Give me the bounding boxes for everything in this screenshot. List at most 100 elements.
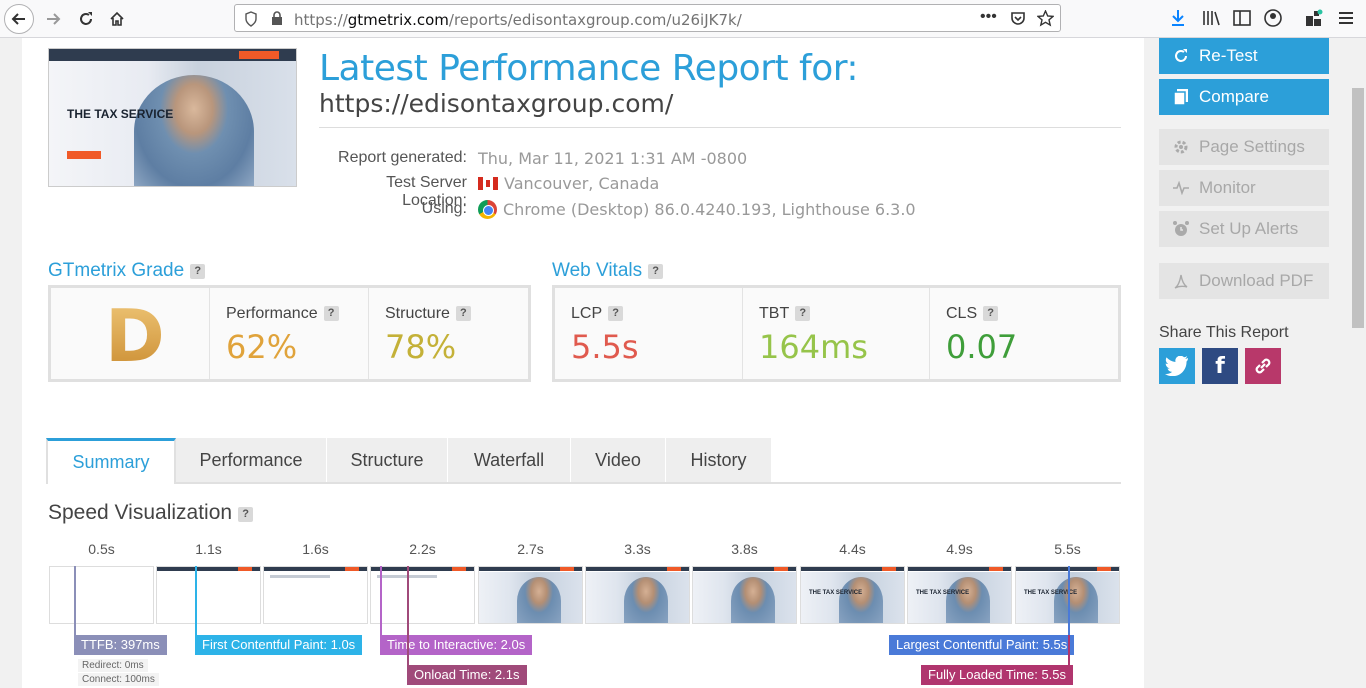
monitor-button[interactable]: Monitor [1159,170,1329,206]
facebook-icon: f [1215,353,1225,379]
meta-label-using: Using: [421,200,467,217]
onload-marker-line [407,566,409,666]
help-icon[interactable]: ? [608,306,624,321]
thumbnail-button [67,151,101,159]
help-icon[interactable]: ? [455,306,471,321]
tti-marker-line [380,566,382,636]
compare-label: Compare [1199,87,1269,106]
cls-label: CLS [946,305,978,322]
url-bar[interactable]: https://gtmetrix.com/reports/edisontaxgr… [234,4,1061,32]
scrollbar-thumb[interactable] [1352,88,1364,328]
fully-loaded-marker-line [1068,635,1070,665]
arrow-left-icon [11,13,25,25]
timeline-tick: 0.5s [88,541,115,557]
set-up-alerts-button[interactable]: Set Up Alerts [1159,211,1329,247]
report-url: https://edisontaxgroup.com/ [319,89,674,118]
lcp-marker-label: Largest Contentful Paint: 5.5s [889,635,1075,655]
structure-value: 78% [385,328,457,366]
tbt-label-row: TBT? [759,305,811,323]
tbt-value: 164ms [759,328,868,366]
facebook-share-button[interactable]: f [1202,348,1238,384]
filmstrip-frame[interactable]: THE TAX SERVICE [907,566,1012,624]
meta-value-using: Chrome (Desktop) 86.0.4240.193, Lighthou… [503,200,916,219]
thumbnail-person [134,75,254,186]
fcp-marker-label: First Contentful Paint: 1.0s [195,635,363,655]
reload-icon [80,12,92,25]
extensions-icon[interactable] [1304,8,1324,28]
twitter-icon [1165,356,1188,376]
fully-loaded-marker-label: Fully Loaded Time: 5.5s [921,665,1074,685]
url-text: https://gtmetrix.com/reports/edisontaxgr… [294,11,742,29]
tti-marker-label: Time to Interactive: 2.0s [380,635,533,655]
tab-video[interactable]: Video [571,438,666,482]
compare-button[interactable]: Compare [1159,79,1329,115]
filmstrip-frame[interactable] [49,566,154,624]
timeline-tick: 3.8s [731,541,758,557]
lock-icon [272,11,282,25]
page-settings-label: Page Settings [1199,137,1305,156]
sidebar-icon[interactable] [1232,8,1252,28]
library-icon[interactable] [1201,8,1221,28]
tab-summary[interactable]: Summary [46,438,176,484]
arrow-right-icon [47,13,61,25]
shield-icon [245,11,257,27]
gtmetrix-grade-title: GTmetrix Grade [48,260,185,281]
meta-value-location: Vancouver, Canada [504,174,660,193]
forward-button[interactable] [38,4,68,34]
help-icon[interactable]: ? [983,306,999,321]
performance-label: Performance [226,305,318,322]
filmstrip-frame[interactable] [478,566,583,624]
account-icon[interactable] [1263,8,1283,28]
ellipsis-icon[interactable]: ••• [980,8,997,26]
page-settings-button[interactable]: Page Settings [1159,129,1329,165]
grade-panel: D Performance? 62% Structure? 78% [48,285,531,382]
timeline-tick: 4.9s [946,541,973,557]
chrome-logo-icon [478,200,497,219]
ttfb-marker-line [74,566,76,636]
download-pdf-label: Download PDF [1199,271,1314,290]
grade-letter: D [105,294,165,378]
grade-cell: D [51,288,210,379]
gear-icon [1171,137,1191,157]
home-button[interactable] [102,4,132,34]
help-icon[interactable]: ? [648,264,664,279]
site-screenshot-thumbnail: THE TAX SERVICE [48,48,297,187]
help-icon[interactable]: ? [238,507,254,522]
filmstrip-frame[interactable] [156,566,261,624]
cls-label-row: CLS? [946,305,999,323]
tab-history[interactable]: History [666,438,772,482]
twitter-share-button[interactable] [1159,348,1195,384]
filmstrip-frame[interactable] [263,566,368,624]
help-icon[interactable]: ? [190,264,206,279]
web-vitals-title: Web Vitals [552,260,643,281]
filmstrip-frame[interactable] [692,566,797,624]
tab-structure[interactable]: Structure [327,438,448,482]
refresh-icon [1171,46,1191,66]
reload-button[interactable] [71,4,101,34]
download-pdf-button[interactable]: Download PDF [1159,263,1329,299]
filmstrip-frame[interactable]: THE TAX SERVICE [800,566,905,624]
copy-link-button[interactable] [1245,348,1281,384]
tab-performance[interactable]: Performance [176,438,327,482]
help-icon[interactable]: ? [323,306,339,321]
copy-icon [1171,87,1191,107]
menu-icon[interactable] [1336,8,1356,28]
download-icon[interactable] [1168,8,1188,28]
star-icon[interactable] [1037,10,1054,27]
timeline-tick: 1.6s [302,541,329,557]
back-button[interactable] [4,4,34,34]
gtmetrix-grade-heading: GTmetrix Grade? [48,260,206,282]
timeline-tick: 4.4s [839,541,866,557]
help-icon[interactable]: ? [795,306,811,321]
tab-waterfall[interactable]: Waterfall [448,438,571,482]
pocket-icon[interactable] [1010,11,1026,26]
filmstrip-frame[interactable] [585,566,690,624]
report-tabs: Summary Performance Structure Waterfall … [46,438,1121,484]
lcp-label-row: LCP? [571,305,624,323]
meta-value-generated: Thu, Mar 11, 2021 1:31 AM -0800 [478,149,748,168]
cls-value: 0.07 [946,328,1018,366]
browser-toolbar: https://gtmetrix.com/reports/edisontaxgr… [0,0,1366,38]
performance-value: 62% [226,328,298,366]
filmstrip-frame[interactable] [370,566,475,624]
retest-button[interactable]: Re-Test [1159,38,1329,74]
